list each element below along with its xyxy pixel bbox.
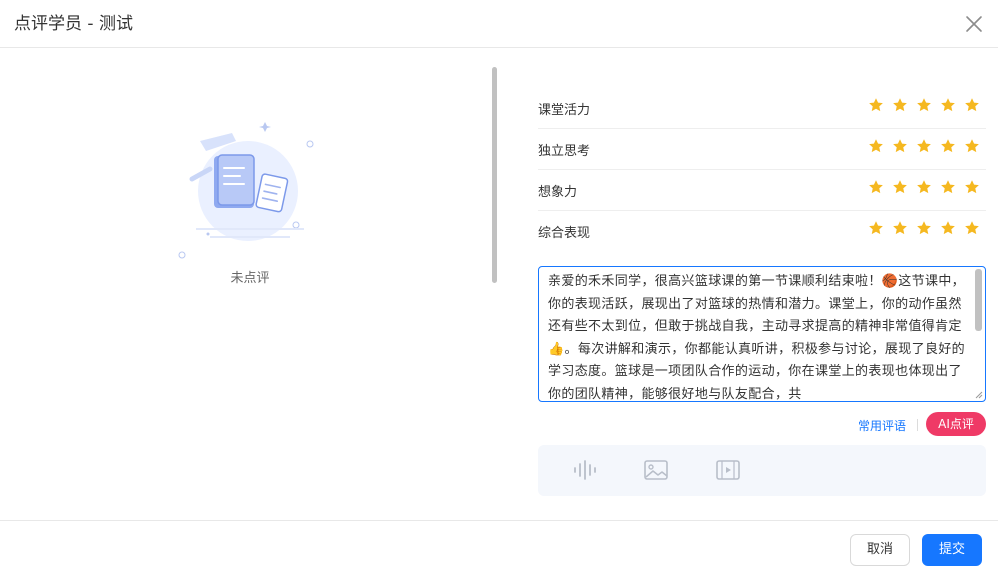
rating-row: 独立思考: [538, 129, 986, 170]
left-pane-scrollbar[interactable]: [492, 67, 497, 283]
submit-button[interactable]: 提交: [922, 534, 982, 566]
star-icon[interactable]: [892, 179, 908, 195]
resize-handle-icon[interactable]: [975, 391, 983, 399]
star-rating[interactable]: [868, 220, 980, 236]
star-icon[interactable]: [868, 138, 884, 154]
ai-review-button[interactable]: AI点评: [926, 412, 986, 436]
star-icon[interactable]: [916, 179, 932, 195]
rating-list: 课堂活力 独立思考 想象力 综合表现: [538, 88, 986, 252]
image-icon[interactable]: [643, 458, 669, 482]
star-icon[interactable]: [964, 179, 980, 195]
star-icon[interactable]: [868, 179, 884, 195]
empty-status-label: 未点评: [230, 271, 270, 286]
star-rating[interactable]: [868, 97, 980, 113]
dialog-header: 点评学员 - 测试: [0, 0, 998, 48]
star-icon[interactable]: [964, 138, 980, 154]
review-status-pane: 未点评: [0, 49, 500, 519]
video-icon[interactable]: [715, 458, 741, 482]
rating-label: 独立思考: [538, 144, 591, 159]
star-icon[interactable]: [964, 97, 980, 113]
star-icon[interactable]: [964, 220, 980, 236]
star-icon[interactable]: [916, 220, 932, 236]
comment-scrollbar[interactable]: [975, 269, 982, 331]
rating-row: 课堂活力: [538, 88, 986, 129]
rating-label: 综合表现: [538, 226, 591, 241]
star-icon[interactable]: [940, 138, 956, 154]
rating-row: 综合表现: [538, 211, 986, 252]
star-icon[interactable]: [868, 97, 884, 113]
star-rating[interactable]: [868, 179, 980, 195]
star-icon[interactable]: [916, 97, 932, 113]
star-icon[interactable]: [892, 220, 908, 236]
review-dialog: 点评学员 - 测试 未点评 课堂活力 独立思考 想象力 综合表现 亲爱的禾禾同学…: [0, 0, 998, 576]
star-icon[interactable]: [892, 97, 908, 113]
close-icon[interactable]: [963, 13, 985, 35]
star-icon[interactable]: [916, 138, 932, 154]
star-icon[interactable]: [892, 138, 908, 154]
comment-textarea[interactable]: 亲爱的禾禾同学，很高兴篮球课的第一节课顺利结束啦！🏀这节课中，你的表现活跃，展现…: [538, 266, 986, 402]
rating-label: 想象力: [538, 185, 578, 200]
audio-wave-icon[interactable]: [571, 458, 597, 482]
star-icon[interactable]: [940, 97, 956, 113]
cancel-button[interactable]: 取消: [850, 534, 910, 566]
media-toolbar: [538, 445, 986, 496]
common-phrases-link[interactable]: 常用评语: [858, 417, 906, 434]
comment-text[interactable]: 亲爱的禾禾同学，很高兴篮球课的第一节课顺利结束啦！🏀这节课中，你的表现活跃，展现…: [548, 271, 970, 401]
star-rating[interactable]: [868, 138, 980, 154]
rating-label: 课堂活力: [538, 103, 591, 118]
star-icon[interactable]: [940, 220, 956, 236]
dialog-footer: 取消 提交: [0, 520, 998, 576]
rating-row: 想象力: [538, 170, 986, 211]
action-divider: [917, 419, 918, 431]
empty-document-illustration: [178, 122, 314, 259]
star-icon[interactable]: [940, 179, 956, 195]
star-icon[interactable]: [868, 220, 884, 236]
dialog-title: 点评学员 - 测试: [14, 14, 133, 34]
